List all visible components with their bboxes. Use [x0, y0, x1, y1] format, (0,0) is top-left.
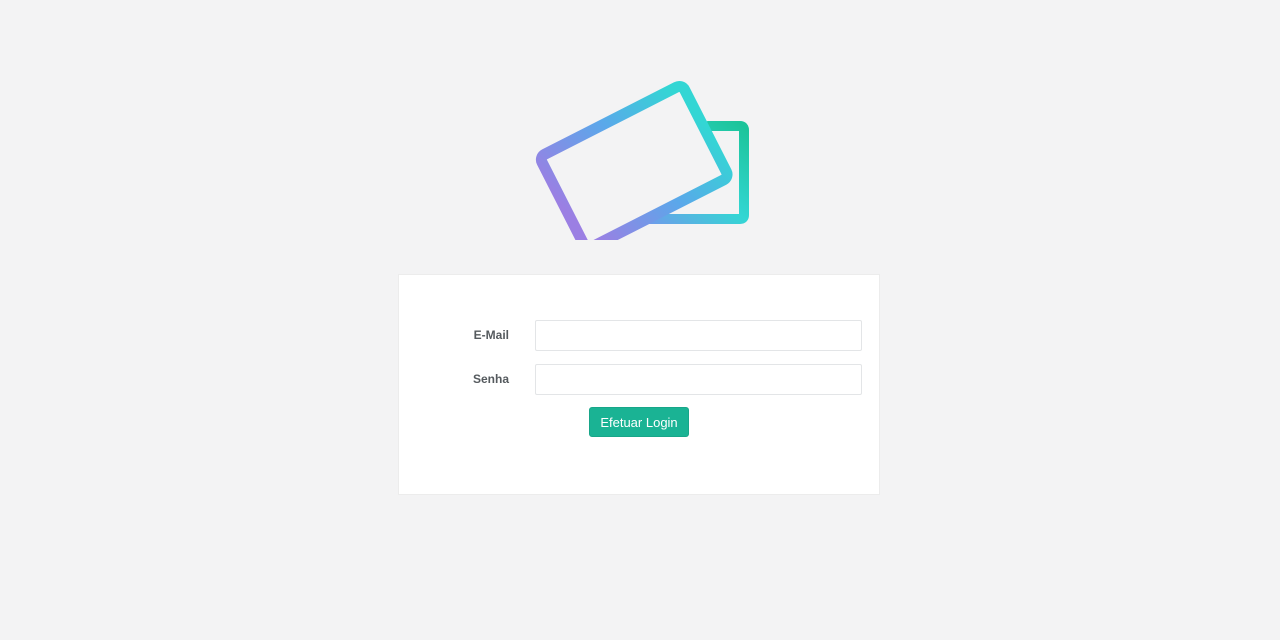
login-button[interactable]: Efetuar Login — [589, 407, 689, 437]
login-page: E-Mail Senha Efetuar Login — [0, 0, 1280, 640]
email-input[interactable] — [535, 320, 862, 351]
password-input[interactable] — [535, 364, 862, 395]
login-card: E-Mail Senha Efetuar Login — [398, 274, 880, 495]
password-row: Senha — [399, 364, 879, 395]
email-label: E-Mail — [473, 328, 509, 342]
email-row: E-Mail — [399, 320, 879, 351]
password-label: Senha — [472, 372, 509, 386]
stacked-cards-logo-icon — [535, 80, 749, 240]
